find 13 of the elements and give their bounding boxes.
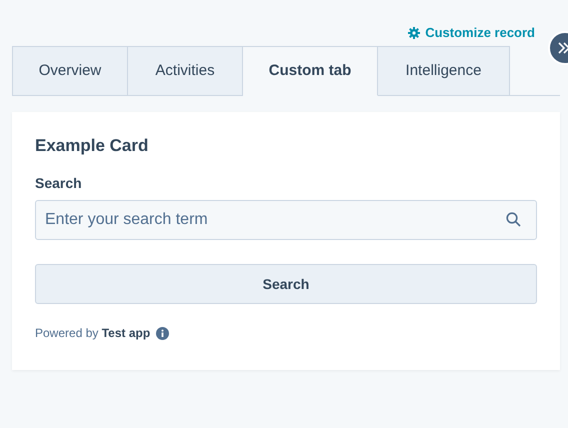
search-icon xyxy=(506,212,521,228)
settings-icon xyxy=(408,27,420,39)
tab[interactable]: Intelligence xyxy=(378,46,510,96)
tab[interactable]: Overview xyxy=(12,46,128,96)
card-title: Example Card xyxy=(35,136,150,156)
tab[interactable]: Activities xyxy=(128,46,243,96)
search-field[interactable]: Enter your search term xyxy=(35,200,537,240)
powered-by-text: Powered by Test app xyxy=(35,325,150,342)
info-icon[interactable] xyxy=(156,326,170,340)
search-button[interactable]: Search xyxy=(35,264,537,304)
field-label: Search xyxy=(35,174,83,194)
tab[interactable]: Custom tab xyxy=(243,46,378,96)
double-chevron-icon xyxy=(558,42,568,54)
